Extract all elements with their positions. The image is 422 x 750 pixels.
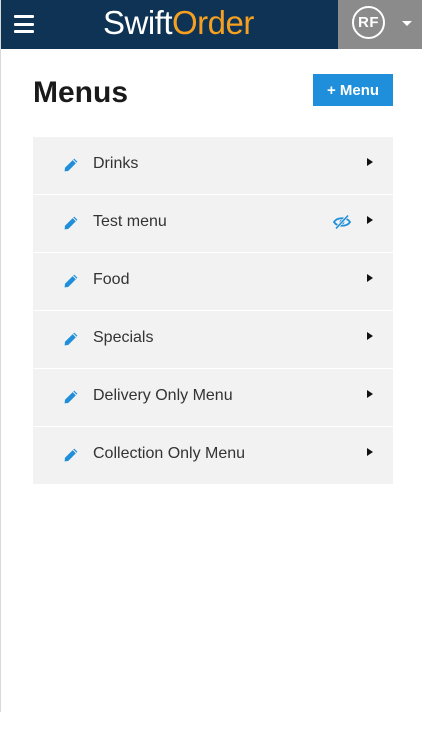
top-bar: SwiftOrder RF [1,0,422,49]
menu-item-label: Food [93,271,130,288]
brand-name-order: Order [172,4,254,41]
menu-item-food[interactable]: Food [33,253,393,311]
caret-down-icon [402,21,412,26]
menu-list: Drinks Test menu Food Specials Delivery … [33,137,393,485]
pencil-icon[interactable] [63,389,79,405]
pencil-icon[interactable] [63,331,79,347]
user-menu-button[interactable]: RF [338,0,422,49]
menu-item-label: Collection Only Menu [93,445,246,462]
menu-item-label: Delivery Only Menu [93,387,233,404]
menu-item-label: Drinks [93,155,139,172]
chevron-right-icon [367,274,373,282]
page-title: Menus [33,76,129,109]
brand-name-swift: Swift [103,4,173,41]
pencil-icon[interactable] [63,447,79,463]
chevron-right-icon [367,448,373,456]
brand-logo[interactable]: SwiftOrder [103,3,254,43]
chevron-right-icon [367,390,373,398]
menu-item-collection-only[interactable]: Collection Only Menu [33,427,393,485]
chevron-right-icon [367,216,373,224]
pencil-icon[interactable] [63,273,79,289]
menu-item-specials[interactable]: Specials [33,311,393,369]
menu-item-test-menu[interactable]: Test menu [33,195,393,253]
avatar: RF [352,6,385,39]
eye-slash-icon[interactable] [333,214,351,230]
hamburger-icon[interactable] [14,15,34,33]
chevron-right-icon [367,158,373,166]
menu-item-label: Test menu [93,213,167,230]
pencil-icon[interactable] [63,215,79,231]
menu-item-drinks[interactable]: Drinks [33,137,393,195]
menu-item-label: Specials [93,329,154,346]
pencil-icon[interactable] [63,157,79,173]
app-frame: SwiftOrder RF Menus + Menu Drinks Test m… [0,0,422,712]
add-menu-button[interactable]: + Menu [313,74,393,106]
chevron-right-icon [367,332,373,340]
menu-item-delivery-only[interactable]: Delivery Only Menu [33,369,393,427]
